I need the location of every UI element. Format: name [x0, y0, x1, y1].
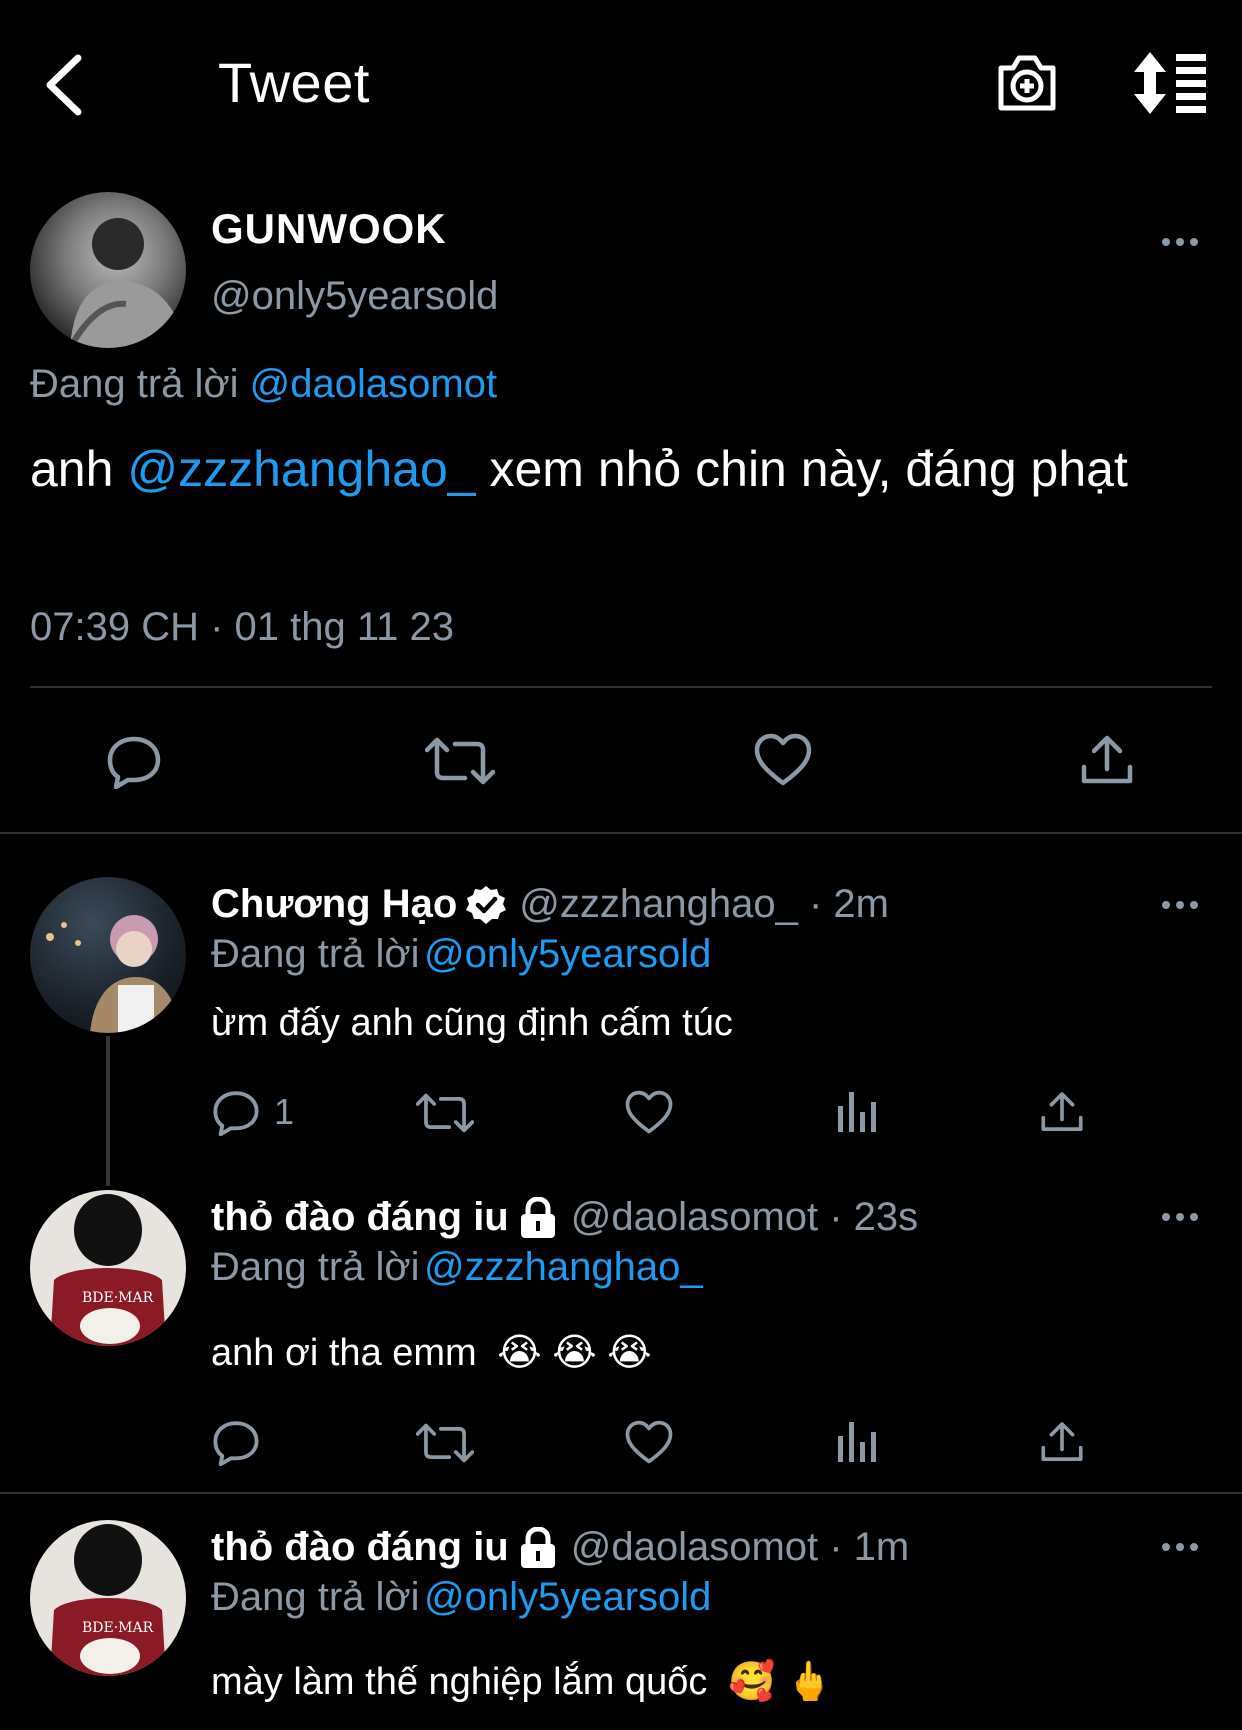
share-button[interactable] — [1040, 1090, 1084, 1134]
analytics-button[interactable] — [836, 1090, 878, 1134]
reply-avatar[interactable]: BDE·MAR — [30, 1520, 186, 1676]
retweet-button[interactable] — [416, 1092, 474, 1134]
svg-text:BDE·MAR: BDE·MAR — [82, 1620, 154, 1636]
more-options-button[interactable] — [1162, 1213, 1198, 1221]
share-icon — [1041, 1092, 1083, 1131]
author-display-name[interactable]: GUNWOOK — [211, 205, 447, 253]
camera-button[interactable] — [995, 50, 1059, 114]
reply-context: Đang trả lời @only5yearsold — [211, 1575, 711, 1620]
author-avatar[interactable] — [30, 192, 186, 348]
reply-header: thỏ đào đáng iu @daolasomot · 1m — [211, 1525, 909, 1570]
reply-to-mention[interactable]: @daolasomot — [250, 362, 497, 406]
reply-text-content: mày làm thế nghiệp lắm quốc — [211, 1661, 708, 1703]
more-options-button[interactable] — [1162, 238, 1198, 246]
thread-line — [106, 1036, 110, 1186]
tweet-body: anh @zzzhanghao_ xem nhỏ chin này, đáng … — [30, 438, 1210, 500]
analytics-icon — [838, 1092, 876, 1132]
reply-to-mention[interactable]: @only5yearsold — [424, 1575, 711, 1619]
share-button[interactable] — [1040, 1420, 1084, 1464]
avatar-photo-icon: BDE·MAR — [50, 1194, 166, 1346]
reply-text-content: anh ơi tha emm — [211, 1332, 477, 1374]
heart-icon — [754, 733, 812, 786]
reply-to-mention[interactable]: @zzzhanghao_ — [424, 1245, 703, 1289]
reply-text: ừm đấy anh cũng định cấm túc — [211, 1002, 733, 1044]
reply-header: thỏ đào đáng iu @daolasomot · 23s — [211, 1195, 918, 1240]
reply-handle-time[interactable]: @daolasomot · 23s — [571, 1195, 918, 1240]
crying-emoji-icon: 😭 😭 😭 — [497, 1332, 652, 1374]
retweet-icon — [416, 1093, 474, 1133]
divider — [30, 686, 1212, 688]
tweet-text-after: xem nhỏ chin này, đáng phạt — [489, 441, 1128, 497]
reply-prefix: Đang trả lời — [211, 1245, 420, 1289]
reply-avatar[interactable] — [30, 877, 186, 1033]
tweet-timestamp[interactable]: 07:39 CH · 01 thg 11 23 — [30, 605, 454, 650]
reply-icon — [213, 1091, 259, 1136]
reply-button[interactable] — [212, 1418, 260, 1466]
section-divider — [0, 1492, 1242, 1494]
reply-display-name[interactable]: thỏ đào đáng iu — [211, 1195, 509, 1240]
retweet-icon — [425, 737, 495, 785]
reply-icon — [213, 1421, 259, 1466]
reply-avatar[interactable]: BDE·MAR — [30, 1190, 186, 1346]
retweet-button[interactable] — [425, 736, 495, 786]
section-divider — [0, 832, 1242, 834]
avatar-photo-icon: BDE·MAR — [50, 1524, 166, 1676]
reply-text: mày làm thế nghiệp lắm quốc 🥰 🖕 — [211, 1660, 833, 1704]
reply-display-name[interactable]: thỏ đào đáng iu — [211, 1525, 509, 1570]
reply-button[interactable]: 1 — [212, 1088, 294, 1136]
reply-context: Đang trả lời @daolasomot — [30, 362, 497, 407]
camera-add-icon — [998, 55, 1056, 111]
reply-to-mention[interactable]: @only5yearsold — [424, 932, 711, 976]
reply-button[interactable] — [106, 733, 162, 789]
page-title: Tweet — [218, 51, 370, 114]
back-button[interactable] — [40, 50, 90, 120]
reply-handle-time[interactable]: @zzzhanghao_ · 2m — [519, 882, 889, 927]
tweet-text-before: anh — [30, 441, 114, 497]
reply-prefix: Đang trả lời — [30, 362, 239, 406]
reply-count: 1 — [274, 1091, 295, 1132]
reply-icon — [107, 736, 161, 789]
like-button[interactable] — [625, 1090, 673, 1135]
reply-header: Chương Hạo @zzzhanghao_ · 2m — [211, 882, 889, 927]
sort-button[interactable] — [1132, 52, 1208, 114]
reply-prefix: Đang trả lời — [211, 932, 420, 976]
chevron-left-icon — [46, 54, 82, 116]
reply-display-name[interactable]: Chương Hạo — [211, 882, 457, 927]
reply-handle-time[interactable]: @daolasomot · 1m — [571, 1525, 910, 1570]
retweet-button[interactable] — [416, 1422, 474, 1464]
retweet-icon — [416, 1423, 474, 1463]
reply-text: anh ơi tha emm 😭 😭 😭 — [211, 1330, 652, 1375]
reply-prefix: Đang trả lời — [211, 1575, 420, 1619]
sort-list-icon — [1134, 52, 1206, 114]
heart-icon — [625, 1420, 673, 1464]
share-button[interactable] — [1080, 733, 1134, 787]
share-icon — [1081, 735, 1133, 784]
emoji-icon: 🥰 🖕 — [727, 1661, 834, 1703]
like-button[interactable] — [754, 733, 812, 787]
verified-badge-icon — [465, 884, 507, 926]
lock-icon — [519, 1196, 557, 1239]
avatar-photo-icon — [46, 915, 180, 1033]
share-icon — [1041, 1422, 1083, 1461]
lock-icon — [519, 1526, 557, 1569]
tweet-mention[interactable]: @zzzhanghao_ — [127, 441, 475, 497]
author-handle[interactable]: @only5yearsold — [211, 274, 498, 319]
analytics-button[interactable] — [836, 1420, 878, 1464]
heart-icon — [625, 1090, 673, 1134]
more-options-button[interactable] — [1162, 1543, 1198, 1551]
reply-context: Đang trả lời @only5yearsold — [211, 932, 711, 977]
reply-context: Đang trả lời @zzzhanghao_ — [211, 1245, 703, 1290]
avatar-photo-icon — [67, 218, 186, 348]
more-options-button[interactable] — [1162, 901, 1198, 909]
like-button[interactable] — [625, 1420, 673, 1465]
svg-text:BDE·MAR: BDE·MAR — [82, 1290, 154, 1306]
analytics-icon — [838, 1422, 876, 1462]
